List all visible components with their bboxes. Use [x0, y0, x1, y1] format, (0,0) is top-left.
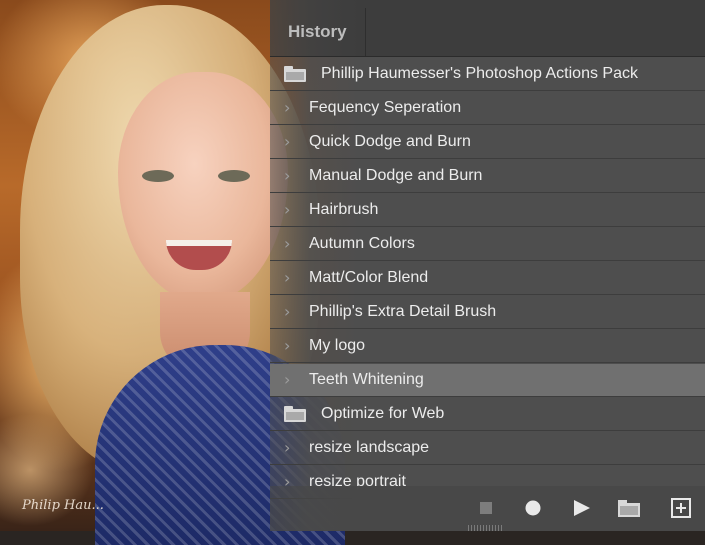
chevron-right-icon[interactable]: › [284, 338, 294, 354]
stop-icon [480, 502, 492, 514]
chevron-right-icon[interactable]: › [284, 304, 294, 320]
record-icon [525, 500, 541, 516]
chevron-right-icon[interactable]: › [284, 236, 294, 252]
tab-history-label: History [288, 22, 347, 41]
panel-header: History [270, 0, 705, 57]
action-row[interactable]: › Autumn Colors [270, 228, 705, 261]
action-row[interactable]: › Hairbrush [270, 194, 705, 227]
tab-history[interactable]: History [280, 8, 366, 56]
play-icon [574, 500, 590, 516]
chevron-right-icon[interactable]: › [284, 100, 294, 116]
folder-icon [284, 66, 306, 82]
play-button[interactable] [567, 494, 595, 522]
action-set-label: Optimize for Web [321, 405, 445, 422]
action-row[interactable]: › Manual Dodge and Burn [270, 160, 705, 193]
action-label: Matt/Color Blend [309, 269, 429, 286]
panel-resize-grip[interactable] [468, 525, 502, 531]
chevron-right-icon[interactable]: › [284, 202, 294, 218]
photo-left-eye [142, 170, 174, 182]
record-button[interactable] [519, 494, 547, 522]
action-row[interactable]: › Teeth Whitening [270, 364, 705, 397]
new-action-icon [671, 498, 691, 518]
photo-right-eye [218, 170, 250, 182]
chevron-right-icon[interactable]: › [284, 168, 294, 184]
chevron-right-icon[interactable]: › [284, 440, 294, 456]
actions-panel: History Phillip Haumesser's Photoshop Ac… [270, 0, 705, 531]
action-label: Teeth Whitening [309, 371, 424, 388]
action-label: resize landscape [309, 439, 430, 456]
action-label: Manual Dodge and Burn [309, 167, 483, 184]
action-set-row[interactable]: Phillip Haumesser's Photoshop Actions Pa… [270, 58, 705, 91]
action-row[interactable]: › Fequency Seperation [270, 92, 705, 125]
stop-button[interactable] [472, 494, 500, 522]
action-set-row[interactable]: Optimize for Web [270, 398, 705, 431]
action-row[interactable]: › Quick Dodge and Burn [270, 126, 705, 159]
new-set-button[interactable] [615, 494, 643, 522]
chevron-right-icon[interactable]: › [284, 372, 294, 388]
action-label: Hairbrush [309, 201, 379, 218]
folder-icon [284, 406, 306, 422]
action-label: Quick Dodge and Burn [309, 133, 471, 150]
action-label: Phillip's Extra Detail Brush [309, 303, 497, 320]
action-label: My logo [309, 337, 366, 354]
new-action-button[interactable] [667, 494, 695, 522]
action-row[interactable]: › My logo [270, 330, 705, 363]
new-set-folder-icon [618, 500, 640, 517]
photographer-signature: Philip Hau... [22, 498, 104, 513]
action-label: Fequency Seperation [309, 99, 462, 116]
chevron-right-icon[interactable]: › [284, 270, 294, 286]
actions-toolbar [270, 486, 705, 531]
action-label: Autumn Colors [309, 235, 415, 252]
actions-list: Phillip Haumesser's Photoshop Actions Pa… [270, 58, 705, 500]
action-row[interactable]: › Phillip's Extra Detail Brush [270, 296, 705, 329]
action-set-label: Phillip Haumesser's Photoshop Actions Pa… [321, 65, 638, 82]
action-row[interactable]: › Matt/Color Blend [270, 262, 705, 295]
action-row[interactable]: › resize landscape [270, 432, 705, 465]
chevron-right-icon[interactable]: › [284, 134, 294, 150]
